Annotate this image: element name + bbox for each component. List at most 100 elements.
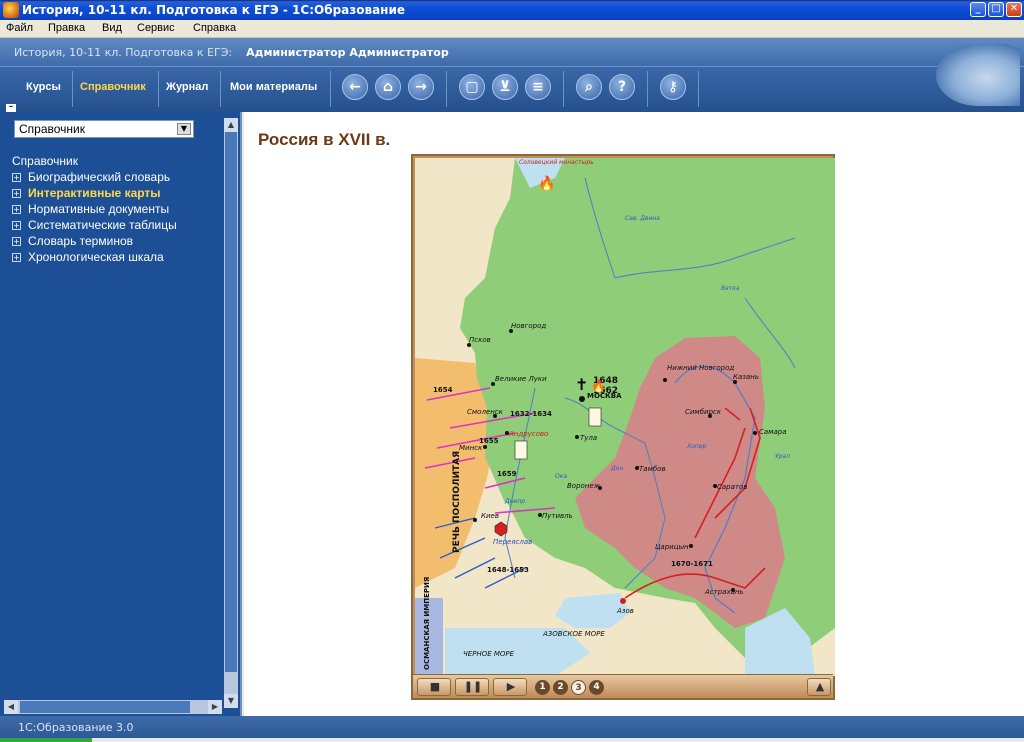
river-label: Сев. Двина <box>625 215 660 222</box>
scroll-down-icon[interactable]: ▼ <box>224 694 238 708</box>
scroll-left-icon[interactable]: ◀ <box>4 700 18 714</box>
city-label: Смоленск <box>467 408 504 416</box>
search-icon[interactable]: ⌕ <box>576 74 602 100</box>
home-icon[interactable]: ⌂ <box>375 74 401 100</box>
city-label: Минск <box>459 444 483 452</box>
scrollbar-thumb[interactable] <box>225 132 237 672</box>
menu-file[interactable]: Файл <box>6 22 33 34</box>
stop-button[interactable]: ■ <box>417 678 451 696</box>
expand-icon[interactable]: + <box>12 237 21 246</box>
document-icon <box>588 407 602 427</box>
year-label: 1654 <box>433 386 453 394</box>
toolbar-separator <box>158 71 159 107</box>
tree-item-glossary[interactable]: + Словарь терминов <box>12 234 177 250</box>
status-strip <box>0 738 1024 742</box>
map-canvas[interactable]: Новгород Псков Великие Луки Смоленск Мин… <box>415 158 835 676</box>
river-label: Урал <box>775 453 790 460</box>
minimize-button[interactable]: _ <box>970 2 986 17</box>
city-label: Нижний Новгород <box>667 364 734 372</box>
interactive-map[interactable]: Новгород Псков Великие Луки Смоленск Мин… <box>411 154 835 700</box>
status-text: 1С:Образование 3.0 <box>18 721 134 734</box>
scrollbar-thumb[interactable] <box>20 701 190 713</box>
sidebar-vertical-scrollbar[interactable]: ▲ ▼ <box>224 118 238 708</box>
tree-item-systematic-tables[interactable]: + Систематические таблицы <box>12 218 177 234</box>
city-label: Андрусово <box>508 430 548 438</box>
tree-item-label: Хронологическая шкала <box>28 250 164 264</box>
city-label: Астрахань <box>704 588 744 596</box>
expand-icon[interactable]: + <box>12 221 21 230</box>
city-label: Псков <box>469 336 491 344</box>
course-name: История, 10-11 кл. Подготовка к ЕГЭ: <box>14 46 233 59</box>
sidebar-horizontal-scrollbar[interactable]: ◀ ▶ <box>4 700 222 714</box>
river-label: Дон <box>610 465 623 472</box>
city-label: Саратов <box>717 483 747 491</box>
menu-help[interactable]: Справка <box>193 22 236 34</box>
city-label: Самара <box>759 428 786 436</box>
city-label: Симбирск <box>685 408 722 416</box>
pause-button[interactable]: ❚❚ <box>455 678 489 696</box>
map-controls: ■ ❚❚ ▶ 1 2 3 4 ▲ <box>413 674 833 698</box>
expand-icon[interactable]: + <box>12 205 21 214</box>
app-icon <box>3 2 19 18</box>
play-button[interactable]: ▶ <box>493 678 527 696</box>
page-title: Россия в XVII в. <box>258 130 391 149</box>
forward-arrow-icon[interactable]: → <box>408 74 434 100</box>
scroll-right-icon[interactable]: ▶ <box>208 700 222 714</box>
expand-icon[interactable]: + <box>12 253 21 262</box>
sidebar: Справочник ▼ Справочник + Биографический … <box>0 112 242 716</box>
tree-item-biographical-dictionary[interactable]: + Биографический словарь <box>12 170 177 186</box>
river-label: Вятка <box>721 285 740 292</box>
brand-logo <box>936 44 1020 106</box>
city-label: Киев <box>481 512 499 520</box>
page-button[interactable]: 4 <box>589 680 604 695</box>
tab-reference[interactable]: Справочник <box>80 81 146 93</box>
tree-item-interactive-maps[interactable]: + Интерактивные карты <box>12 186 177 202</box>
back-arrow-icon[interactable]: ← <box>342 74 368 100</box>
collapse-panel-button[interactable]: – <box>6 103 16 112</box>
tree-item-chronology[interactable]: + Хронологическая шкала <box>12 250 177 266</box>
menu-service[interactable]: Сервис <box>137 22 175 34</box>
window-title: История, 10-11 кл. Подготовка к ЕГЭ - 1С… <box>22 3 406 17</box>
maximize-button[interactable]: □ <box>988 2 1004 17</box>
section-select[interactable]: Справочник ▼ <box>14 120 194 138</box>
toolbar: Курсы Справочник Журнал Мои материалы ← … <box>0 66 1024 112</box>
city-label: Азов <box>616 607 634 615</box>
status-bar: 1С:Образование 3.0 <box>0 716 1024 742</box>
sea-label-azov: АЗОВСКОЕ МОРЕ <box>542 630 605 638</box>
tree-item-normative-documents[interactable]: + Нормативные документы <box>12 202 177 218</box>
close-button[interactable]: ✕ <box>1006 2 1022 17</box>
chevron-down-icon[interactable]: ▼ <box>177 123 191 135</box>
year-label: 1648-1653 <box>487 566 529 574</box>
tree-item-label: Биографический словарь <box>28 170 171 184</box>
tab-courses[interactable]: Курсы <box>26 81 61 93</box>
year-label: 1670-1671 <box>671 560 713 568</box>
document-icon <box>514 440 528 460</box>
menu-bar: Файл Правка Вид Сервис Справка <box>0 20 1024 38</box>
key-icon[interactable]: ⚷ <box>660 74 686 100</box>
pause-icon: ❚❚ <box>463 680 483 693</box>
chevron-up-icon: ▲ <box>815 680 825 693</box>
scroll-top-button[interactable]: ▲ <box>807 678 831 696</box>
city-label: Казань <box>733 373 759 381</box>
tree-root[interactable]: Справочник <box>12 154 177 170</box>
page-button[interactable]: 2 <box>553 680 568 695</box>
year-label: 1655 <box>479 437 499 445</box>
city-label: Тула <box>580 434 597 442</box>
expand-icon[interactable]: + <box>12 173 21 182</box>
menu-view[interactable]: Вид <box>102 22 122 34</box>
scroll-up-icon[interactable]: ▲ <box>224 118 238 132</box>
menu-edit[interactable]: Правка <box>48 22 85 34</box>
tab-journal[interactable]: Журнал <box>166 81 208 93</box>
tab-my-materials[interactable]: Мои материалы <box>230 81 317 93</box>
city-label: Переяслав <box>493 538 532 546</box>
tree-item-label: Нормативные документы <box>28 202 170 216</box>
expand-icon[interactable]: + <box>12 189 21 198</box>
river-label: Хопер <box>686 443 706 450</box>
print-icon[interactable]: ≡ <box>525 74 551 100</box>
fullscreen-icon[interactable]: ▢ <box>459 74 485 100</box>
help-icon[interactable]: ? <box>609 74 635 100</box>
cart-icon[interactable]: ⊻ <box>492 74 518 100</box>
page-button-active[interactable]: 3 <box>571 680 586 695</box>
title-bar: История, 10-11 кл. Подготовка к ЕГЭ - 1С… <box>0 0 1024 20</box>
page-button[interactable]: 1 <box>535 680 550 695</box>
